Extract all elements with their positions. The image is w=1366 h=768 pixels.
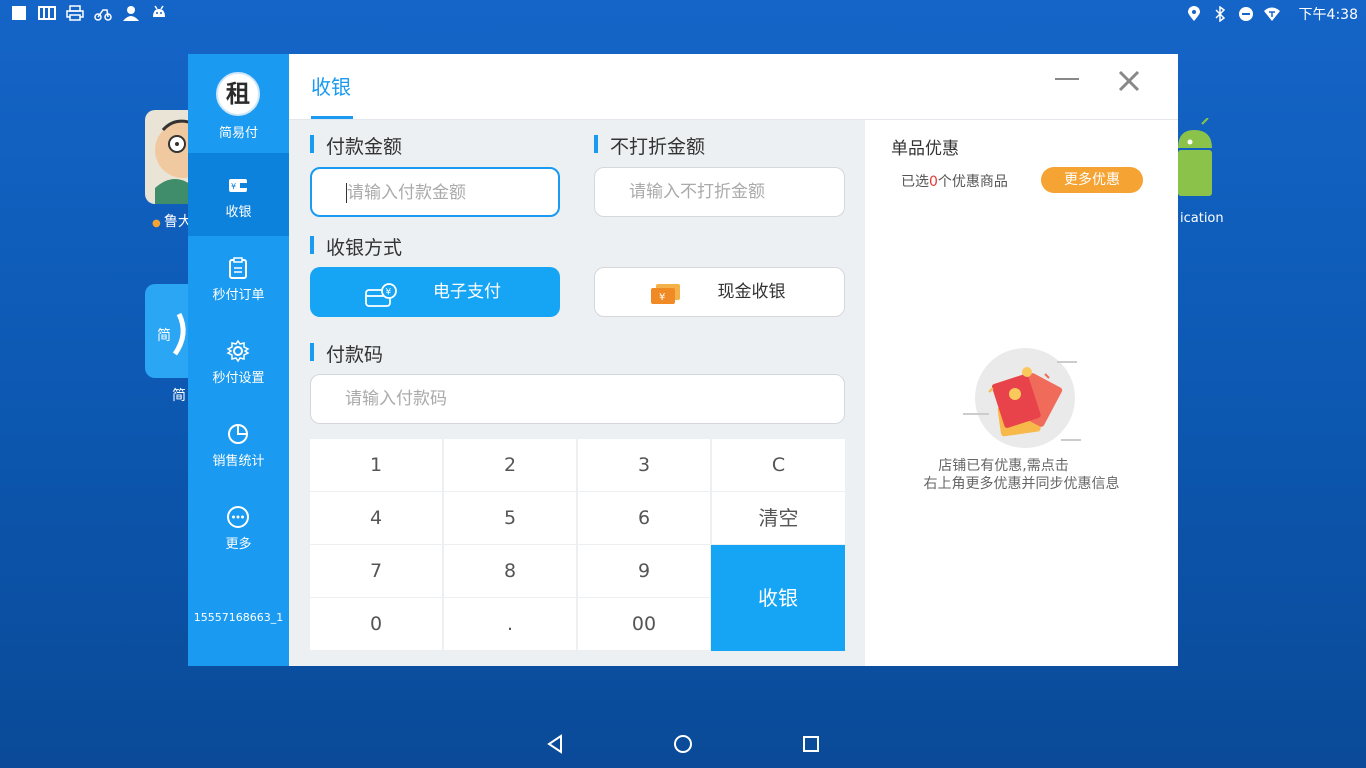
sidebar-item-label: 销售统计 (212, 454, 265, 469)
promotion-panel: 单品优惠 已选0个优惠商品 更多优惠 店铺已有优惠,需点击 右上角更多优惠并同步… (865, 120, 1178, 666)
window-header: 收银 (289, 54, 1178, 120)
person-icon (122, 5, 140, 21)
printer-icon (66, 5, 84, 21)
svg-text:¥: ¥ (386, 288, 392, 298)
more-promotions-button[interactable]: 更多优惠 (1041, 167, 1143, 193)
sidebar: 租 简易付 ¥ 收银 秒付订单 秒付设置 销售统计 更多 15557168663… (188, 54, 289, 666)
selected-prefix: 已选 (901, 174, 929, 190)
tab-cashier[interactable]: 收银 (311, 71, 351, 100)
svg-text:简: 简 (157, 327, 171, 344)
status-bar: 下午4:38 (0, 0, 1366, 28)
no-discount-input[interactable]: 请输入不打折金额 (594, 167, 845, 217)
desktop-app-label: ● 鲁大 (152, 214, 192, 230)
payment-code-title: 付款码 (310, 340, 383, 367)
close-icon (1118, 70, 1140, 92)
no-discount-title: 不打折金额 (594, 132, 705, 159)
selected-count: 0 (929, 174, 938, 190)
key-5[interactable]: 5 (444, 492, 576, 544)
more-icon (226, 505, 250, 529)
key-0[interactable]: 0 (310, 598, 442, 650)
account-id: 15557168663_1 (193, 611, 284, 624)
submit-cashier-button[interactable]: 收银 (711, 545, 845, 651)
tab-indicator (311, 116, 353, 119)
system-nav-bar (0, 722, 1366, 768)
key-8[interactable]: 8 (444, 545, 576, 597)
wallet-icon: ¥ (226, 173, 250, 197)
sidebar-item-label: 收银 (225, 205, 252, 220)
sidebar-item-label: 更多 (225, 537, 252, 552)
scooter-icon (94, 5, 112, 21)
key-4[interactable]: 4 (310, 492, 442, 544)
square-icon (10, 5, 28, 21)
settings-icon (226, 339, 250, 363)
empty-message-line-2: 右上角更多优惠并同步优惠信息 (923, 476, 1120, 492)
wifi-icon (1263, 6, 1281, 22)
key-1[interactable]: 1 (310, 439, 442, 491)
do-not-disturb-icon (1237, 6, 1255, 22)
promotion-selected-count: 已选0个优惠商品 (901, 171, 1008, 191)
clock: 下午4:38 (1298, 7, 1358, 23)
desktop-app-label: 简 (172, 388, 186, 404)
home-icon[interactable] (671, 732, 695, 756)
sidebar-item-statistics[interactable]: 销售统计 (188, 402, 289, 485)
key-7[interactable]: 7 (310, 545, 442, 597)
cash-pay-button[interactable]: ¥ 现金收银 (594, 267, 845, 317)
recents-icon[interactable] (799, 732, 823, 756)
android-icon (150, 5, 168, 21)
logo-badge: 租 (216, 72, 260, 116)
sidebar-item-more[interactable]: 更多 (188, 485, 289, 568)
amount-input[interactable]: 请输入付款金额 (310, 167, 560, 217)
svg-text:¥: ¥ (231, 182, 236, 191)
no-discount-placeholder: 请输入不打折金额 (629, 182, 765, 202)
selected-suffix: 个优惠商品 (937, 174, 1008, 190)
key-clear[interactable]: 清空 (712, 492, 845, 544)
key-6[interactable]: 6 (578, 492, 710, 544)
amount-placeholder: 请输入付款金额 (347, 183, 466, 203)
app-logo: 租 简易付 (188, 54, 289, 153)
key-00[interactable]: 00 (578, 598, 710, 650)
key-2[interactable]: 2 (444, 439, 576, 491)
payment-code-placeholder: 请输入付款码 (345, 389, 447, 409)
desktop-app-android[interactable] (1178, 117, 1218, 202)
numeric-keypad: 1 2 3 C 4 5 6 清空 7 8 9 0 . 00 收银 (310, 439, 845, 651)
promotion-title: 单品优惠 (891, 139, 959, 159)
electronic-pay-button[interactable]: ¥ 电子支付 (310, 267, 560, 317)
close-button[interactable] (1116, 68, 1142, 94)
key-backspace[interactable]: C (712, 439, 845, 491)
payment-code-input[interactable]: 请输入付款码 (310, 374, 845, 424)
cashier-form: 付款金额 不打折金额 请输入付款金额 请输入不打折金额 收银方式 ¥ 电子支付 … (289, 120, 865, 666)
key-3[interactable]: 3 (578, 439, 710, 491)
minimize-button[interactable] (1055, 78, 1079, 80)
cash-icon: ¥ (650, 279, 682, 305)
bluetooth-icon (1211, 6, 1229, 22)
empty-message-line-1: 店铺已有优惠,需点击 (938, 458, 1069, 474)
card-yuan-icon: ¥ (365, 279, 397, 307)
clipboard-icon (226, 256, 250, 280)
amount-title: 付款金额 (310, 132, 402, 159)
key-9[interactable]: 9 (578, 545, 710, 597)
card-icon (38, 5, 56, 21)
android-robot-icon (1178, 117, 1218, 202)
sidebar-item-cashier[interactable]: ¥ 收银 (188, 153, 289, 236)
back-icon[interactable] (543, 732, 567, 756)
red-envelope-illustration (961, 348, 1083, 452)
svg-text:¥: ¥ (659, 292, 665, 303)
location-icon (1185, 6, 1203, 22)
payment-method-title: 收银方式 (310, 233, 402, 260)
desktop-app-label: ication (1180, 211, 1224, 226)
sidebar-item-label: 秒付订单 (212, 288, 265, 303)
pie-chart-icon (226, 422, 250, 446)
sidebar-item-orders[interactable]: 秒付订单 (188, 236, 289, 319)
promotion-empty-message: 店铺已有优惠,需点击 右上角更多优惠并同步优惠信息 (865, 457, 1178, 493)
key-dot[interactable]: . (444, 598, 576, 650)
sidebar-item-label: 秒付设置 (212, 371, 265, 386)
app-name: 简易付 (218, 126, 258, 141)
sidebar-item-settings[interactable]: 秒付设置 (188, 319, 289, 402)
cashier-window: 租 简易付 ¥ 收银 秒付订单 秒付设置 销售统计 更多 15557168663… (188, 54, 1178, 666)
